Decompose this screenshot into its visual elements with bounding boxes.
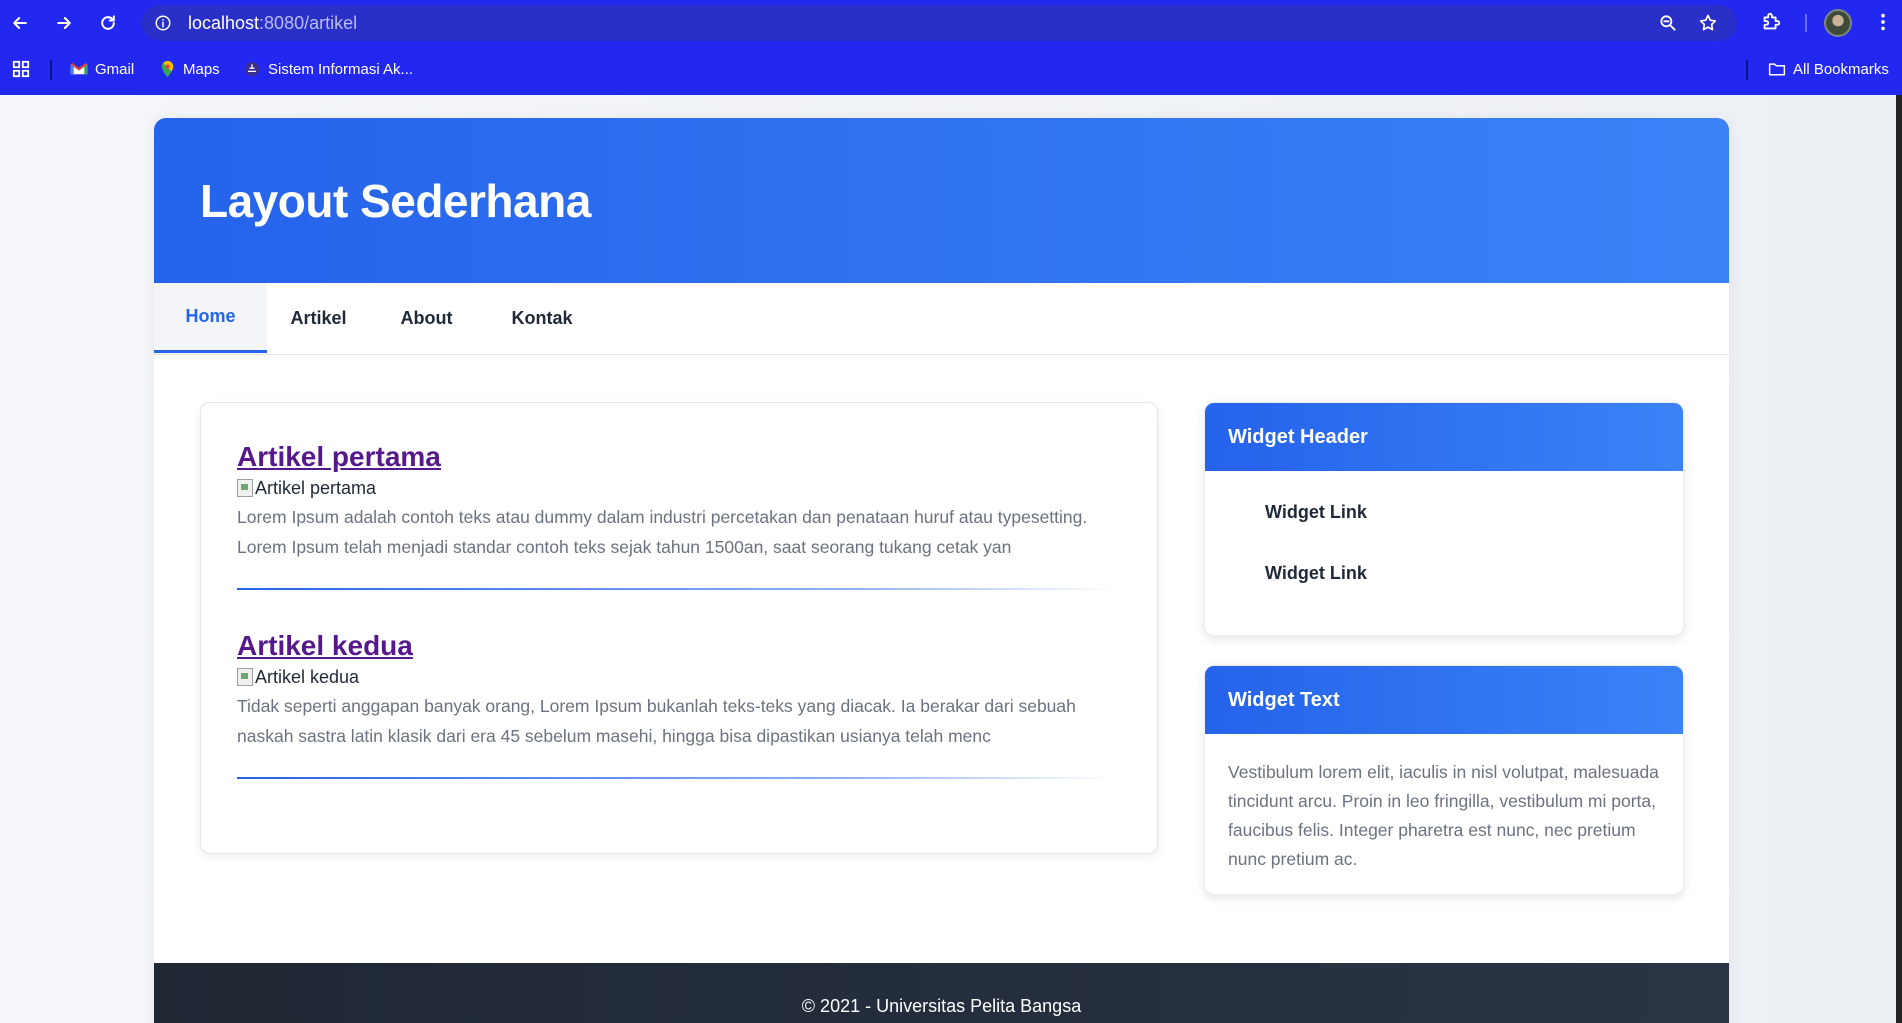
article-item: Artikel pertama Artikel pertama Lorem Ip… (237, 441, 1117, 590)
article-title-link[interactable]: Artikel kedua (237, 630, 413, 662)
bookmark-sistem-informasi[interactable]: Sistem Informasi Ak... (243, 58, 413, 80)
main-navigation: Home Artikel About Kontak (154, 283, 1729, 355)
bookmarks-divider (1746, 60, 1748, 80)
url-host: localhost (188, 13, 260, 33)
widget-links: Widget Header Widget Link Widget Link (1204, 402, 1684, 636)
scrollbar[interactable] (1896, 95, 1902, 1023)
extensions-icon[interactable] (1760, 11, 1782, 33)
gmail-icon (70, 60, 88, 78)
widget-header: Widget Header (1205, 403, 1683, 471)
bookmark-label: Gmail (95, 60, 135, 78)
zoom-icon[interactable] (1658, 13, 1678, 33)
bookmark-label: Sistem Informasi Ak... (268, 60, 414, 78)
address-row: localhost:8080/artikel (0, 0, 1902, 46)
broken-image-icon (237, 479, 253, 497)
widget-link[interactable]: Widget Link (1265, 502, 1367, 523)
article-excerpt: Tidak seperti anggapan banyak orang, Lor… (237, 696, 1076, 746)
nav-about[interactable]: About (370, 283, 483, 353)
widget-header: Widget Text (1205, 666, 1683, 734)
url-text: localhost:8080/artikel (188, 13, 357, 34)
footer-copyright: © 2021 - Universitas Pelita Bangsa (801, 996, 1082, 1016)
nav-home[interactable]: Home (154, 283, 267, 353)
articles-card: Artikel pertama Artikel pertama Lorem Ip… (200, 402, 1158, 854)
site-info-icon[interactable] (154, 14, 172, 32)
back-button[interactable] (6, 9, 34, 37)
article-excerpt: Lorem Ipsum adalah contoh teks atau dumm… (237, 507, 1088, 557)
url-path: :8080/artikel (259, 13, 358, 33)
article-divider (237, 777, 1115, 779)
all-bookmarks-button[interactable]: All Bookmarks (1768, 58, 1889, 80)
article-divider (237, 588, 1115, 590)
forward-button[interactable] (50, 9, 78, 37)
bookmark-gmail[interactable]: Gmail (70, 58, 134, 80)
maps-icon (158, 60, 176, 78)
folder-icon (1768, 60, 1786, 78)
address-bar[interactable]: localhost:8080/artikel (142, 5, 1737, 41)
forward-arrow-icon (57, 17, 71, 29)
article-image-alt: Artikel pertama (255, 477, 377, 498)
page-viewport: Layout Sederhana Home Artikel About Kont… (0, 95, 1902, 1023)
nav-kontak[interactable]: Kontak (483, 283, 601, 353)
article-title-link[interactable]: Artikel pertama (237, 441, 441, 473)
bookmarks-bar: Gmail Maps Sistem Informasi Ak... All Bo… (0, 50, 1902, 88)
bookmark-star-icon[interactable] (1698, 13, 1718, 33)
article-item: Artikel kedua Artikel kedua Tidak sepert… (237, 630, 1117, 779)
site-header: Layout Sederhana (154, 118, 1729, 283)
reload-icon (101, 15, 115, 30)
site-title: Layout Sederhana (200, 175, 591, 227)
apps-grid-icon (12, 60, 30, 78)
widget-link[interactable]: Widget Link (1265, 563, 1367, 584)
bookmarks-divider (50, 60, 52, 80)
article-image-placeholder: Artikel kedua (237, 665, 1117, 689)
site-container: Layout Sederhana Home Artikel About Kont… (154, 118, 1729, 1023)
apps-button[interactable] (12, 58, 30, 80)
broken-image-icon (237, 668, 253, 686)
site-icon (243, 60, 261, 78)
browser-toolbar: localhost:8080/artikel Gmail Maps Sistem… (0, 0, 1902, 95)
bookmark-label: Maps (183, 60, 220, 78)
widget-text-body: Vestibulum lorem elit, iaculis in nisl v… (1228, 762, 1659, 869)
bookmark-maps[interactable]: Maps (158, 58, 220, 80)
nav-artikel[interactable]: Artikel (267, 283, 370, 353)
all-bookmarks-label: All Bookmarks (1793, 60, 1889, 78)
article-image-placeholder: Artikel pertama (237, 476, 1117, 500)
reload-button[interactable] (94, 9, 122, 37)
menu-kebab-icon[interactable] (1872, 11, 1894, 33)
profile-avatar[interactable] (1824, 9, 1852, 37)
widget-text: Widget Text Vestibulum lorem elit, iacul… (1204, 665, 1684, 895)
site-footer: © 2021 - Universitas Pelita Bangsa (154, 963, 1729, 1023)
toolbar-divider (1805, 14, 1807, 32)
back-arrow-icon (13, 17, 27, 29)
article-image-alt: Artikel kedua (255, 666, 360, 687)
